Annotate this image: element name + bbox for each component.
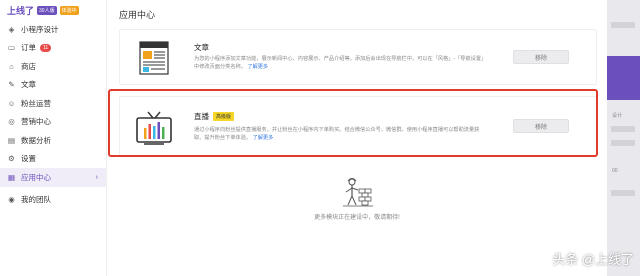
layers-icon: ◈ (8, 24, 15, 34)
sidebar-item-label: 数据分析 (21, 135, 51, 145)
order-count-badge: 11 (40, 43, 52, 52)
remove-button[interactable]: 移除 (513, 50, 569, 64)
team-icon: ◉ (8, 195, 15, 205)
learn-more-link[interactable]: 了解更多 (253, 135, 274, 141)
construction-worker-icon (343, 178, 373, 207)
sidebar-item-label: 订单 (21, 43, 36, 53)
background-bar (611, 22, 635, 28)
empty-state-text: 更多模块正在建设中，敬请期待! (314, 215, 400, 221)
sidebar-item-article[interactable]: ✎ 文章 (0, 76, 106, 95)
card-title-text: 直播 (194, 112, 209, 121)
marketing-icon: ◎ (8, 117, 15, 127)
page-title: 应用中心 (119, 10, 156, 20)
background-bar (611, 140, 635, 146)
store-icon: ⌂ (9, 61, 14, 71)
live-tv-icon (136, 111, 172, 145)
card-title: 文章 (194, 42, 209, 53)
article-icon: ✎ (8, 80, 15, 90)
card-description: 为您的小程序添加文章功能，展示新闻中心、内容展示、产品介绍等。添加后会出现在导航… (194, 55, 484, 71)
sidebar-item-label: 文章 (21, 80, 36, 90)
card-description: 通过小程序向粉丝提供直播服务，并让粉丝在小程序内下单购买。结合微信公众号，微信群… (194, 126, 484, 142)
remove-button[interactable]: 移除 (513, 119, 569, 133)
sidebar-item-label: 营销中心 (21, 117, 51, 127)
fans-icon: ☺ (7, 98, 16, 108)
sidebar-item-analytics[interactable]: ▤ 数据分析 (0, 131, 106, 150)
sidebar-item-store[interactable]: ⌂ 商店 (0, 57, 106, 76)
newspaper-icon (139, 41, 169, 75)
card-title-text: 文章 (194, 43, 209, 52)
background-label: 设计 (612, 113, 623, 119)
sidebar-item-label: 应用中心 (21, 172, 51, 182)
card-title: 直播 高级版 (194, 111, 235, 122)
analytics-icon: ▤ (7, 135, 16, 145)
background-bar (611, 190, 635, 196)
chevron-right-icon: › (95, 173, 98, 181)
sidebar-item-label: 小程序设计 (21, 24, 59, 34)
app-card-article: 文章 为您的小程序添加文章功能，展示新闻中心、内容展示、产品介绍等。添加后会出现… (119, 29, 597, 85)
app-card-live: 直播 高级版 通过小程序向粉丝提供直播服务，并让粉丝在小程序内下单购买。结合微信… (119, 96, 597, 156)
brand-name: 上线了 (7, 5, 35, 16)
card-description-text: 通过小程序向粉丝提供直播服务，并让粉丝在小程序内下单购买。结合微信公众号，微信群… (194, 127, 480, 141)
brand-header: 上线了 30人版 体验中 (0, 0, 106, 20)
sidebar-item-team[interactable]: ◉ 我的团队 (0, 191, 106, 210)
settings-icon: ⚙ (8, 154, 15, 164)
sidebar-item-label: 设置 (21, 154, 36, 164)
sidebar-item-design[interactable]: ◈ 小程序设计 (0, 20, 106, 39)
plan-badge: 30人版 (37, 5, 57, 15)
sidebar-item-app-center[interactable]: ▦ 应用中心 › (0, 168, 106, 187)
card-description-text: 为您的小程序添加文章功能，展示新闻中心、内容展示、产品介绍等。添加后会出现在导航… (194, 56, 484, 70)
sidebar-item-marketing[interactable]: ◎ 营销中心 (0, 113, 106, 132)
sidebar-item-label: 我的团队 (21, 195, 51, 205)
background-page-strip: 设计 00 (607, 0, 640, 276)
status-badge: 体验中 (59, 5, 79, 15)
order-icon: ▭ (7, 43, 16, 53)
sidebar-item-label: 粉丝运营 (21, 98, 51, 108)
sidebar-item-label: 商店 (21, 61, 36, 71)
background-bar (611, 126, 635, 132)
watermark: 头条 @上线了 (552, 252, 634, 267)
background-banner (607, 56, 640, 100)
sidebar-item-fans[interactable]: ☺ 粉丝运营 (0, 94, 106, 113)
learn-more-link[interactable]: 了解更多 (247, 64, 268, 70)
sidebar-item-settings[interactable]: ⚙ 设置 (0, 150, 106, 169)
app-center-icon: ▦ (7, 172, 16, 182)
app-center-panel: 应用中心 文章 为您的小程序添加文章功能，展示新闻中心、内容展示、产品介绍等。添… (107, 0, 607, 276)
sidebar: 上线了 30人版 体验中 ◈ 小程序设计 ▭ 订单 11 ⌂ 商店 ✎ 文章 ☺… (0, 0, 107, 276)
sidebar-item-orders[interactable]: ▭ 订单 11 (0, 39, 106, 58)
advanced-tag: 高级版 (213, 112, 235, 121)
background-label: 00 (612, 168, 618, 174)
